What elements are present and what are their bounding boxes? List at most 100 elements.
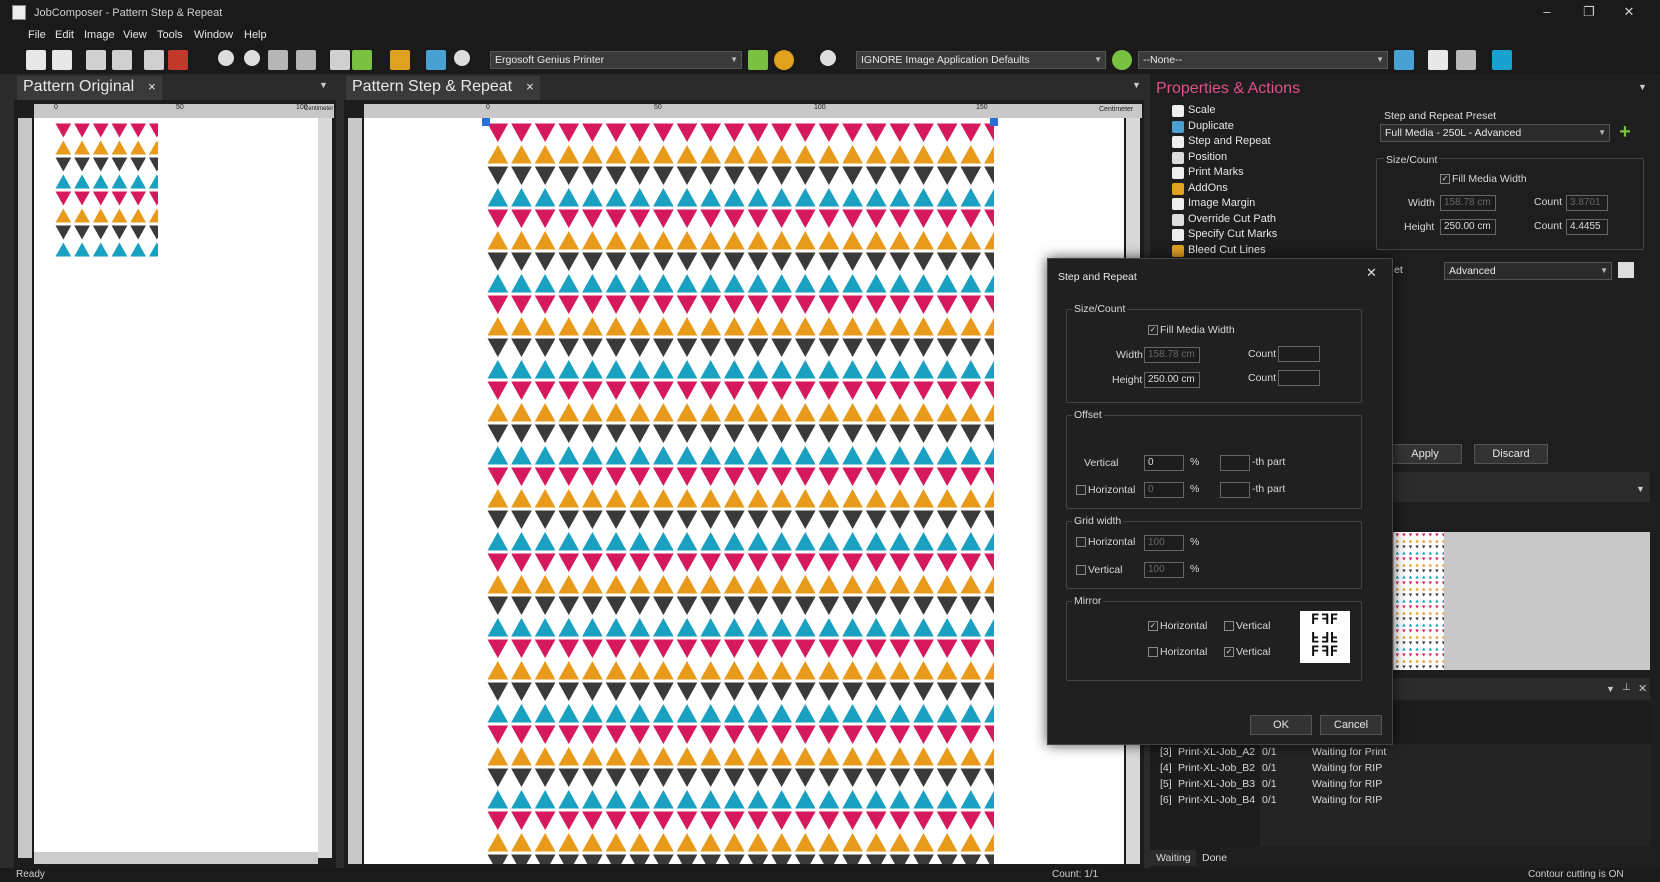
zoom-in-icon[interactable] [218,50,234,66]
menu-tools[interactable]: Tools [157,29,183,41]
export-icon[interactable] [112,50,132,70]
preset-select[interactable]: --None-- ▼ [1138,51,1388,69]
job-row[interactable]: [3] Print-XL-Job_A2 0/1 Waiting for Print [1160,746,1400,760]
image-app-icon[interactable] [820,50,836,66]
horizontal-part-input[interactable] [1220,482,1250,498]
layout-icon[interactable] [86,50,106,70]
discard-button[interactable]: Discard [1474,444,1548,464]
crop-icon[interactable] [168,50,188,70]
mirror1-horizontal-checkbox[interactable]: ✓ [1148,621,1158,631]
pin-icon[interactable]: ⊥ [1622,682,1631,693]
panel-menu-chevron-icon[interactable]: ▼ [319,80,328,90]
vertical-scrollbar[interactable] [318,118,332,858]
nesting-icon[interactable] [390,50,410,70]
tree-item-duplicate[interactable]: Duplicate [1188,120,1234,132]
add-preset-button[interactable]: + [1616,122,1634,142]
fit-height-icon[interactable] [296,50,316,70]
tree-item-step-and-repeat[interactable]: Step and Repeat [1188,135,1271,147]
fit-width-icon[interactable] [268,50,288,70]
dialog-close-button[interactable]: ✕ [1366,265,1377,281]
grid-horizontal-checkbox[interactable] [1076,537,1086,547]
original-canvas[interactable] [34,118,332,858]
tree-item-bleed-cut-lines[interactable]: Bleed Cut Lines [1188,244,1266,256]
menu-file[interactable]: File [28,29,46,41]
page-layout-icon[interactable] [1456,50,1476,70]
tab-waiting[interactable]: Waiting [1150,850,1196,866]
count-height-input[interactable]: 4.4455 [1566,219,1608,235]
close-icon[interactable]: ✕ [1638,682,1647,695]
job-row[interactable]: [4] Print-XL-Job_B2 0/1 Waiting for RIP [1160,762,1400,776]
chevron-down-icon[interactable]: ▼ [1606,684,1615,694]
grid-vertical-input[interactable]: 100 [1144,562,1184,578]
horizontal-scrollbar[interactable] [34,852,318,864]
grid-horizontal-input[interactable]: 100 [1144,535,1184,551]
tab-done[interactable]: Done [1198,850,1238,866]
mirror2-vertical-checkbox[interactable]: ✓ [1224,647,1234,657]
fill-media-checkbox[interactable]: ✓ [1148,325,1158,335]
list-view-icon[interactable] [330,50,350,70]
horizontal-offset-input[interactable]: 0 [1144,482,1184,498]
step-repeat-canvas[interactable] [364,118,1124,873]
horizontal-offset-checkbox[interactable] [1076,485,1086,495]
import-icon[interactable] [144,50,164,70]
menu-edit[interactable]: Edit [55,29,74,41]
mirror2-horizontal-checkbox[interactable] [1148,647,1158,657]
height-input[interactable]: 250.00 cm [1440,219,1496,235]
step-repeat-preset-select[interactable]: Full Media - 250L - Advanced ▼ [1380,124,1610,142]
selection-handle[interactable] [990,118,998,126]
edit-icon[interactable] [1618,262,1634,278]
tree-item-print-marks[interactable]: Print Marks [1188,166,1244,178]
color-settings-icon[interactable] [1112,50,1132,70]
add-image-icon[interactable] [52,50,72,70]
width-input[interactable]: 158.78 cm [1440,195,1496,211]
close-window-button[interactable]: ✕ [1614,4,1644,22]
cut-icon[interactable] [1492,50,1512,70]
position-icon[interactable] [454,50,470,66]
vertical-offset-input[interactable]: 0 [1144,455,1184,471]
close-tab-icon[interactable]: × [526,79,534,94]
thumbnail-view-icon[interactable] [352,50,372,70]
apply-button[interactable]: Apply [1388,444,1462,464]
mode-select[interactable]: Advanced ▼ [1444,262,1612,280]
fill-media-checkbox[interactable]: ✓ [1440,174,1450,184]
tab-pattern-original[interactable]: Pattern Original × [17,76,162,100]
tree-item-scale[interactable]: Scale [1188,104,1216,116]
tree-item-image-margin[interactable]: Image Margin [1188,197,1255,209]
close-tab-icon[interactable]: × [148,79,156,94]
queue-icon[interactable] [1394,50,1414,70]
count-height-input[interactable] [1278,370,1320,386]
count-width-input[interactable]: 3.8701 [1566,195,1608,211]
height-input[interactable]: 250.00 cm [1144,372,1200,388]
menu-help[interactable]: Help [244,29,267,41]
menu-image[interactable]: Image [84,29,115,41]
vertical-part-input[interactable] [1220,455,1250,471]
panel-menu-chevron-icon[interactable]: ▼ [1638,82,1647,92]
print-icon[interactable] [1428,50,1448,70]
image-application-select[interactable]: IGNORE Image Application Defaults ▼ [856,51,1106,69]
tree-item-addons[interactable]: AddOns [1188,182,1228,194]
mirror1-vertical-checkbox[interactable] [1224,621,1234,631]
panel-menu-chevron-icon[interactable]: ▼ [1636,484,1645,494]
minimize-button[interactable]: – [1532,4,1562,22]
job-row[interactable]: [6] Print-XL-Job_B4 0/1 Waiting for RIP [1160,794,1400,808]
ok-button[interactable]: OK [1250,715,1312,735]
menu-window[interactable]: Window [194,29,233,41]
grid-vertical-checkbox[interactable] [1076,565,1086,575]
tree-item-override-cut-path[interactable]: Override Cut Path [1188,213,1276,225]
tree-item-position[interactable]: Position [1188,151,1227,163]
new-job-icon[interactable] [26,50,46,70]
width-input[interactable]: 158.78 cm [1144,347,1200,363]
gear-icon[interactable] [774,50,794,70]
printer-select[interactable]: Ergosoft Genius Printer ▼ [490,51,742,69]
printer-settings-icon[interactable] [748,50,768,70]
tab-pattern-step-repeat[interactable]: Pattern Step & Repeat × [346,76,540,100]
zoom-out-icon[interactable] [244,50,260,66]
cancel-button[interactable]: Cancel [1320,715,1382,735]
panel-menu-chevron-icon[interactable]: ▼ [1132,80,1141,90]
tree-item-specify-cut-marks[interactable]: Specify Cut Marks [1188,228,1277,240]
step-repeat-icon[interactable] [426,50,446,70]
count-width-input[interactable] [1278,346,1320,362]
job-row[interactable]: [5] Print-XL-Job_B3 0/1 Waiting for RIP [1160,778,1400,792]
menu-view[interactable]: View [123,29,147,41]
selection-handle[interactable] [482,118,490,126]
